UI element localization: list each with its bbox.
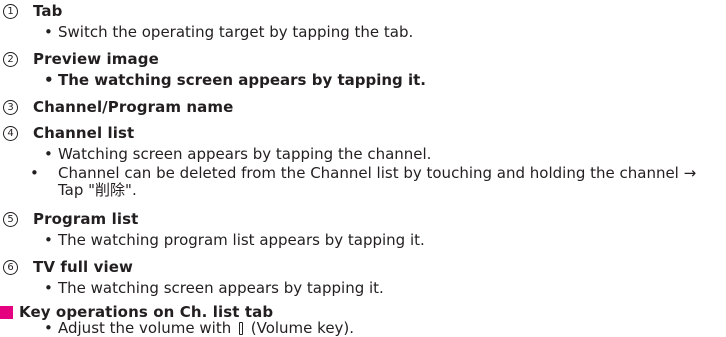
bullet-text: Channel can be deleted from the Channel … <box>58 164 697 199</box>
item-number: 4 <box>3 125 18 141</box>
item-title: Tab <box>33 2 63 20</box>
key-operations-bullet-1: • Adjust the volume with (Volume key). <box>44 320 724 337</box>
bullet-text: The watching screen appears by tapping i… <box>58 279 384 297</box>
item-title: TV full view <box>33 258 133 276</box>
bullet-glyph: • <box>44 145 53 163</box>
item-4-heading: 4 Channel list <box>0 123 134 143</box>
bullet-text-start: Adjust the volume with <box>58 319 236 337</box>
bullet-glyph: • <box>44 279 53 297</box>
item-title: Channel list <box>33 124 135 142</box>
bullet-text: The watching screen appears by tapping i… <box>58 71 427 89</box>
item-4-bullet-2: • Channel can be deleted from the Channel… <box>30 164 724 199</box>
item-6-bullet-1: • The watching screen appears by tapping … <box>44 280 724 297</box>
item-2-heading: 2 Preview image <box>0 49 159 69</box>
item-6-heading: 6 TV full view <box>0 257 133 277</box>
item-number: 3 <box>3 99 18 115</box>
item-number: 2 <box>3 51 18 67</box>
item-3-heading: 3 Channel/Program name <box>0 97 233 117</box>
section-marker-icon <box>0 305 13 319</box>
bullet-glyph: • <box>44 23 53 41</box>
item-5-bullet-1: • The watching program list appears by ta… <box>44 232 724 249</box>
bullet-glyph: • <box>44 231 53 249</box>
item-2-bullet-1: • The watching screen appears by tapping … <box>44 72 724 89</box>
item-title: Channel/Program name <box>33 98 234 116</box>
bullet-text: Switch the operating target by tapping t… <box>58 23 414 41</box>
item-title: Preview image <box>33 50 159 68</box>
bullet-glyph: • <box>44 71 54 89</box>
bullet-glyph: • <box>30 164 39 182</box>
item-4-bullet-1: • Watching screen appears by tapping the … <box>44 146 724 163</box>
volume-key-icon <box>238 322 243 335</box>
bullet-text: Watching screen appears by tapping the c… <box>58 145 432 163</box>
item-number: 1 <box>3 3 18 19</box>
item-5-heading: 5 Program list <box>0 209 138 229</box>
item-1-bullet-1: • Switch the operating target by tapping … <box>44 24 724 41</box>
item-number: 6 <box>3 259 18 275</box>
bullet-glyph: • <box>44 319 53 337</box>
bullet-text-end: (Volume key). <box>245 319 355 337</box>
item-1-heading: 1 Tab <box>0 1 62 21</box>
item-number: 5 <box>3 211 18 227</box>
item-title: Program list <box>33 210 139 228</box>
bullet-text: The watching program list appears by tap… <box>58 231 425 249</box>
